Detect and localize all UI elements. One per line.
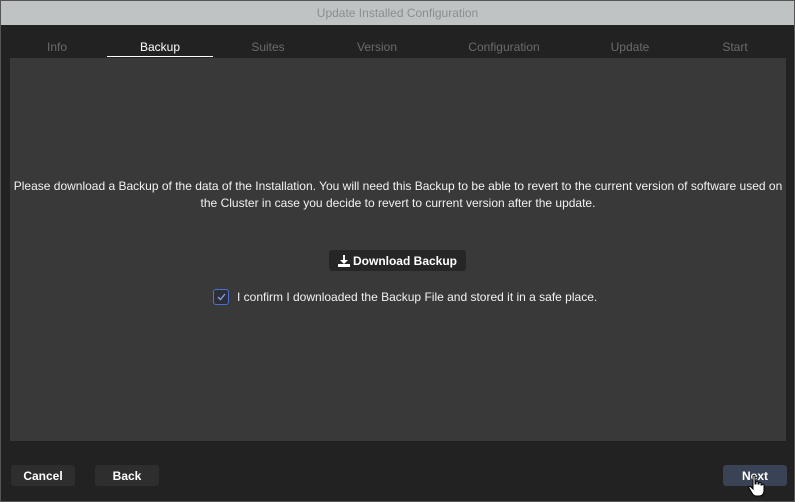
tab-version[interactable]: Version — [323, 37, 431, 57]
confirm-label: I confirm I downloaded the Backup File a… — [237, 290, 598, 304]
tab-info[interactable]: Info — [9, 37, 105, 57]
backup-message-line-1: Please download a Backup of the data of … — [13, 179, 783, 193]
tab-start[interactable]: Start — [683, 37, 787, 57]
hand-cursor-icon — [747, 474, 765, 502]
tab-update[interactable]: Update — [577, 37, 683, 57]
confirm-row: I confirm I downloaded the Backup File a… — [213, 287, 597, 307]
backup-message: Please download a Backup of the data of … — [10, 178, 786, 212]
tab-backup[interactable]: Backup — [107, 37, 213, 57]
check-icon — [217, 293, 226, 301]
wizard-tabs: Info Backup Suites Version Configuration… — [9, 37, 787, 57]
update-dialog: Update Installed Configuration Info Back… — [0, 0, 795, 502]
download-backup-button[interactable]: Download Backup — [329, 250, 466, 271]
backup-panel: Please download a Backup of the data of … — [10, 58, 786, 441]
confirm-checkbox[interactable] — [213, 289, 229, 305]
backup-message-line-2: the Cluster in case you decide to revert… — [200, 196, 596, 210]
window-title: Update Installed Configuration — [1, 1, 794, 25]
cancel-button[interactable]: Cancel — [11, 465, 75, 486]
tab-configuration[interactable]: Configuration — [431, 37, 577, 57]
download-backup-label: Download Backup — [352, 253, 457, 268]
back-button[interactable]: Back — [95, 465, 159, 486]
download-icon — [337, 254, 350, 267]
tab-suites[interactable]: Suites — [213, 37, 323, 57]
